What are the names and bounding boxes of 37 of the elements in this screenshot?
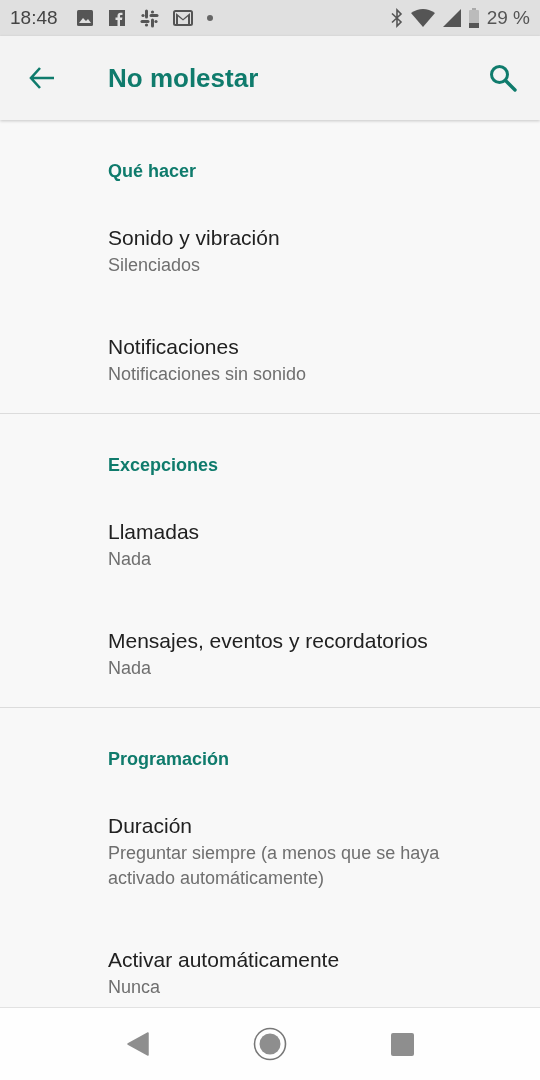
settings-item[interactable]: Activar automáticamente Nunca — [0, 917, 540, 1007]
screen-title: No molestar — [108, 62, 260, 94]
settings-item[interactable]: Notificaciones Notificaciones sin sonido — [0, 304, 540, 413]
item-title: Activar automáticamente — [108, 947, 340, 973]
bluetooth-icon — [390, 8, 403, 28]
item-title: Mensajes, eventos y recordatorios — [108, 628, 428, 654]
item-summary: Notificaciones sin sonido — [108, 363, 307, 386]
recents-icon[interactable] — [390, 1032, 414, 1056]
hash-logo-icon — [139, 8, 159, 28]
signal-icon — [442, 9, 461, 27]
item-summary: Nada — [108, 657, 152, 680]
back-icon[interactable] — [126, 1032, 149, 1056]
settings-item[interactable]: Mensajes, eventos y recordatorios Nada — [0, 598, 540, 707]
item-summary: Nunca — [108, 976, 161, 999]
home-icon[interactable] — [252, 1027, 287, 1061]
item-summary: Nada — [108, 548, 152, 571]
settings-item[interactable]: Llamadas Nada — [0, 489, 540, 598]
f-logo-icon — [107, 9, 126, 27]
mail-icon — [172, 10, 193, 26]
section-heading: Excepciones — [108, 454, 219, 476]
battery-icon — [468, 8, 479, 28]
dot-icon — [206, 15, 213, 21]
search-icon[interactable] — [488, 63, 518, 93]
item-title: Sonido y vibración — [108, 225, 280, 251]
item-title: Duración — [108, 813, 193, 839]
settings-item[interactable]: Duración Preguntar siempre (a menos que se haya activado automáticamente) — [0, 783, 540, 917]
image-icon — [75, 9, 94, 27]
section-heading: Qué hacer — [108, 160, 197, 182]
section-heading: Programación — [108, 748, 230, 770]
status-time: 18:48 — [10, 7, 58, 29]
item-summary: Preguntar siempre (a menos que se haya activado automáticamente) — [108, 842, 441, 890]
wifi-icon — [410, 9, 435, 27]
item-title: Notificaciones — [108, 334, 239, 360]
item-summary: Silenciados — [108, 254, 201, 277]
item-title: Llamadas — [108, 519, 200, 545]
battery-percent: 29 % — [486, 7, 530, 29]
settings-item[interactable]: Sonido y vibración Silenciados — [0, 195, 540, 304]
